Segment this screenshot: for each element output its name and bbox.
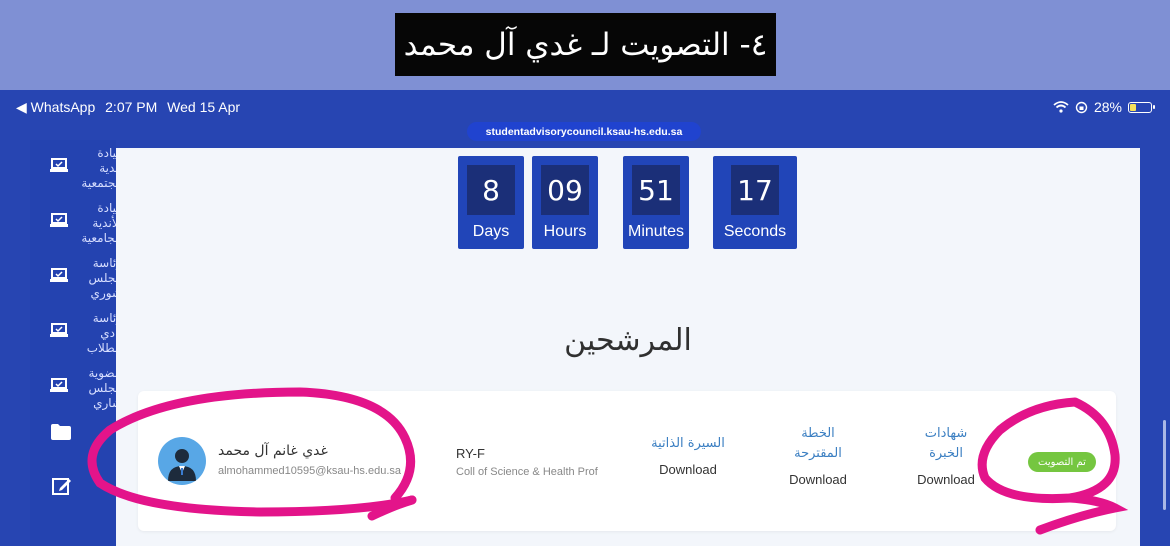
sidebar-item-5[interactable]: عضوية مجلس شاري [30, 366, 122, 416]
sidebar-item-2[interactable]: قيادة الأندية الجامعية [30, 201, 122, 251]
doc-cv: السيرة الذاتية Download [638, 434, 738, 477]
doc-title: الخطة [801, 426, 835, 441]
laptop-icon [50, 158, 68, 172]
countdown-label: Seconds [723, 223, 787, 240]
edit-icon[interactable] [52, 476, 72, 496]
battery-percent: 28% [1093, 99, 1122, 115]
candidate-name: غدي غانم آل محمد [218, 443, 328, 459]
battery-icon [1128, 101, 1155, 113]
candidates-heading: المرشحين [564, 323, 692, 358]
download-plan-link[interactable]: Download [768, 472, 868, 487]
countdown-value: 8 [467, 165, 515, 215]
folder-icon[interactable] [51, 424, 71, 440]
countdown-seconds: 17 Seconds [713, 156, 797, 249]
countdown-label: Days [472, 223, 510, 240]
doc-title: شهادات [924, 426, 968, 441]
doc-plan: الخطة المقترحة Download [768, 424, 868, 487]
doc-title: المقترحة [794, 446, 842, 461]
caption-banner: ٤- التصويت لـ غدي آل محمد [0, 0, 1170, 90]
wifi-icon [1053, 101, 1069, 113]
countdown-days: 8 Days [458, 156, 524, 249]
laptop-icon [50, 323, 68, 337]
laptop-icon [50, 213, 68, 227]
voted-status-badge: تم التصويت [1028, 452, 1096, 472]
status-bar-left: ◀ WhatsApp 2:07 PM Wed 15 Apr [16, 99, 246, 116]
orientation-lock-icon [1075, 101, 1088, 113]
status-date: Wed 15 Apr [167, 99, 241, 115]
download-certificates-link[interactable]: Download [896, 472, 996, 487]
countdown-label: Minutes [627, 223, 685, 240]
download-cv-link[interactable]: Download [638, 462, 738, 477]
countdown-value: 09 [541, 165, 589, 215]
candidate-college: Coll of Science & Health Prof [456, 466, 598, 478]
laptop-icon [50, 268, 68, 282]
sidebar-item-3[interactable]: رئاسة مجلس شوري [30, 256, 122, 306]
status-time: 2:07 PM [105, 99, 158, 115]
countdown-value: 51 [632, 165, 680, 215]
scrollbar[interactable] [1163, 420, 1166, 510]
candidate-card: غدي غانم آل محمد almohammed10595@ksau-hs… [138, 391, 1116, 531]
doc-title: الخبرة [929, 446, 963, 461]
countdown-hours: 09 Hours [532, 156, 598, 249]
candidate-email: almohammed10595@ksau-hs.edu.sa [218, 465, 401, 477]
person-icon [168, 449, 196, 481]
caption-text: ٤- التصويت لـ غدي آل محمد [395, 13, 776, 76]
ipad-screen: ◀ WhatsApp 2:07 PM Wed 15 Apr 28% studen… [0, 90, 1170, 546]
sidebar-item-4[interactable]: رئاسة نادي الطلاب [30, 311, 122, 361]
avatar [158, 437, 206, 485]
doc-title: السيرة الذاتية [651, 436, 725, 451]
status-bar-right: 28% [1053, 99, 1155, 115]
sidebar-item-1[interactable]: قيادة أندية مجتمعية [30, 146, 122, 196]
sidebar: قيادة أندية مجتمعية قيادة الأندية الجامع… [30, 140, 122, 546]
url-bar[interactable]: studentadvisorycouncil.ksau-hs.edu.sa [467, 122, 701, 141]
back-to-whatsapp-link[interactable]: ◀ WhatsApp [16, 99, 95, 115]
laptop-icon [50, 378, 68, 392]
doc-certificates: شهادات الخبرة Download [896, 424, 996, 487]
countdown-minutes: 51 Minutes [623, 156, 689, 249]
candidate-code: RY-F [456, 446, 485, 461]
countdown-label: Hours [543, 223, 587, 240]
main-content: 8 Days 09 Hours 51 Minutes 17 Seconds ال… [116, 148, 1140, 546]
countdown-value: 17 [731, 165, 779, 215]
